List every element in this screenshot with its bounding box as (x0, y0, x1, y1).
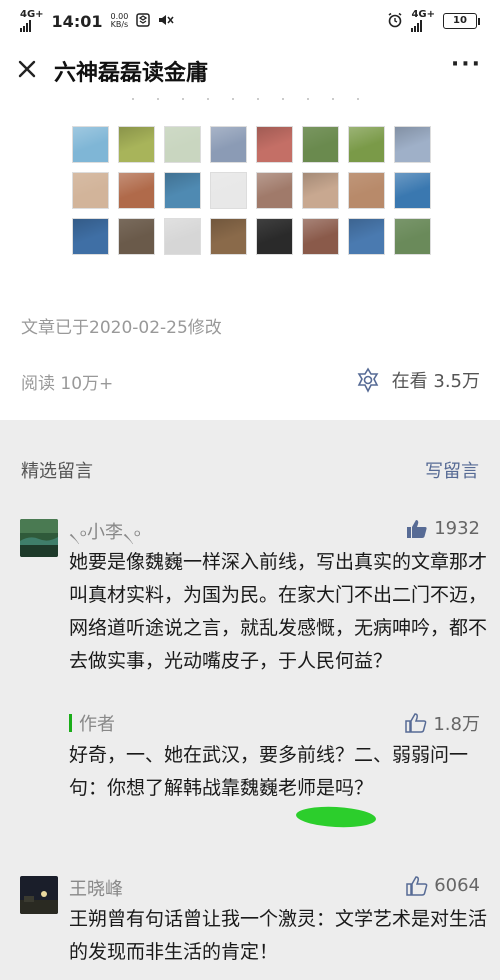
liker-avatar[interactable] (118, 218, 155, 255)
reply-text: 好奇，一、她在武汉，要多前线？二、弱弱问一句：你想了解韩战靠魏巍老师是吗？ (69, 744, 469, 799)
speed-unit: KB/s (110, 20, 129, 29)
liker-avatar[interactable] (256, 126, 293, 163)
liker-avatar[interactable] (72, 126, 109, 163)
thumbs-up-icon (407, 519, 427, 538)
liker-avatar[interactable] (118, 126, 155, 163)
liker-avatar[interactable] (72, 218, 109, 255)
liker-avatar[interactable] (302, 126, 339, 163)
mute-icon (158, 13, 174, 30)
battery-icon: 10 (443, 13, 480, 29)
flower-icon (357, 367, 379, 393)
liker-avatar[interactable] (164, 218, 201, 255)
close-button[interactable] (12, 54, 42, 84)
reply-like-button[interactable]: 1.8万 (405, 710, 480, 736)
liker-avatar-grid (72, 126, 431, 255)
signal-bars-icon (20, 20, 44, 32)
liker-avatar[interactable] (394, 218, 431, 255)
liker-avatar[interactable] (210, 126, 247, 163)
network-type: 4G+ (20, 9, 44, 20)
comment-text: 她要是像魏巍一样深入前线，写出真实的文章那才叫真材实料，为国为民。在家大门不出二… (69, 551, 488, 672)
modified-note: 文章已于2020-02-25修改 (21, 318, 222, 338)
looking-label: 在看 3.5万 (391, 371, 480, 392)
green-highlight-mark (295, 804, 377, 830)
liker-avatar[interactable] (348, 126, 385, 163)
reply-like-count: 1.8万 (433, 714, 480, 735)
commenter-name: 王晓峰 (69, 879, 123, 900)
status-left: 4G+ 14:01 0.00 KB/s (20, 10, 174, 32)
liker-avatar[interactable] (302, 218, 339, 255)
selected-comments-title: 精选留言 (21, 461, 93, 482)
avatar[interactable] (20, 876, 58, 914)
commenter-name: ৲৹小李৲৹ (69, 522, 142, 543)
looking-button[interactable]: 在看 3.5万 (354, 366, 480, 394)
liker-avatar[interactable] (348, 172, 385, 209)
comment-text: 王朔曾有句话曾让我一个激灵：文学艺术是对生活的发现而非生活的肯定！ (69, 908, 488, 963)
like-button[interactable]: 6064 (406, 875, 480, 896)
signal-bars-icon (411, 20, 435, 32)
comments-section: 精选留言 写留言 ৲৹小李৲৹ 1932 她要是像魏巍一样深入前线，写出真实的文… (0, 420, 500, 980)
status-bar: 4G+ 14:01 0.00 KB/s 4G+ 10 (0, 0, 500, 40)
network-speed: 0.00 KB/s (110, 13, 128, 29)
liker-avatar[interactable] (394, 126, 431, 163)
battery-level: 10 (443, 13, 477, 29)
liker-avatar[interactable] (210, 218, 247, 255)
thumbs-up-outline-icon (405, 713, 427, 733)
avatar[interactable] (20, 519, 58, 557)
liker-avatar[interactable] (348, 218, 385, 255)
status-right: 4G+ 10 (387, 10, 480, 32)
liker-avatar[interactable] (72, 172, 109, 209)
like-count: 6064 (434, 875, 480, 896)
write-comment-link[interactable]: 写留言 (425, 457, 479, 483)
liker-avatar[interactable] (164, 172, 201, 209)
liker-avatar[interactable] (256, 172, 293, 209)
more-options-button[interactable]: ··· (451, 54, 482, 76)
liker-avatar[interactable] (256, 218, 293, 255)
thumbs-up-outline-icon (406, 875, 428, 896)
reply-marker (69, 714, 72, 732)
liker-avatar[interactable] (118, 172, 155, 209)
like-count: 1932 (434, 518, 480, 539)
close-icon (18, 60, 36, 78)
like-button[interactable]: 1932 (406, 518, 480, 539)
liker-avatar[interactable] (302, 172, 339, 209)
liker-avatar[interactable] (164, 126, 201, 163)
alarm-icon (387, 12, 403, 31)
signal-indicator: 4G+ (20, 10, 44, 32)
clock: 14:01 (51, 11, 103, 31)
signal-indicator-right: 4G+ (411, 10, 435, 32)
read-count: 阅读 10万+ (21, 374, 114, 394)
title-bar: 六神磊磊读金庸 ··· (0, 40, 500, 102)
divider-dots (120, 98, 370, 102)
liker-avatar[interactable] (210, 172, 247, 209)
app-notification-icon (136, 12, 151, 30)
page-title: 六神磊磊读金庸 (54, 61, 209, 86)
liker-avatar[interactable] (394, 172, 431, 209)
author-reply-label: 作者 (79, 714, 115, 735)
network-type-right: 4G+ (411, 9, 435, 20)
